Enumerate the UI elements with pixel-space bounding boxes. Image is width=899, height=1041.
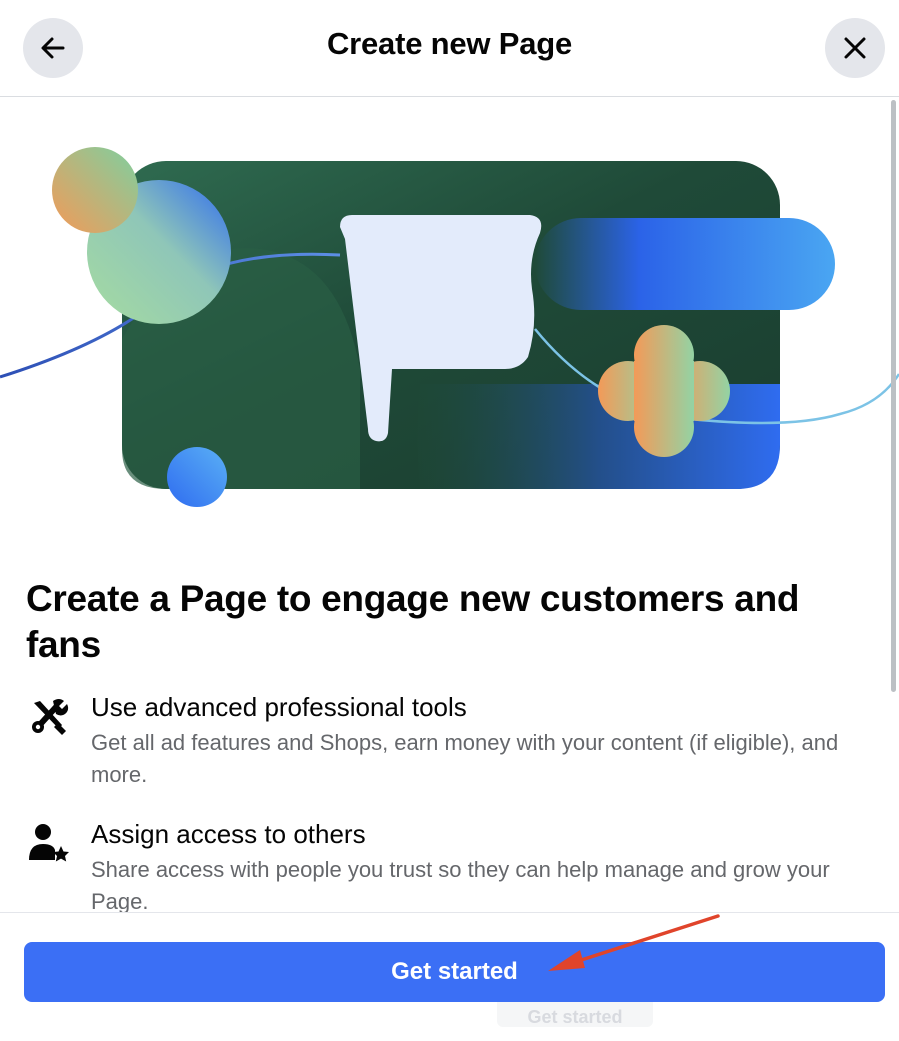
tools-icon [32,699,69,735]
feature-title: Assign access to others [91,819,366,849]
feature-description: Share access with people you trust so th… [91,857,830,912]
close-button[interactable] [825,18,885,78]
page-headline: Create a Page to engage new customers an… [26,578,800,665]
flag-illustration [0,147,899,507]
dialog-content[interactable]: Create a Page to engage new customers an… [0,97,899,912]
person-star-icon [29,824,69,862]
dialog-header: Create new Page [0,0,899,97]
feature-title: Use advanced professional tools [91,692,467,722]
dialog-title: Create new Page [326,26,573,61]
get-started-button[interactable]: Get started [24,942,885,1002]
close-icon [844,37,866,59]
scrollbar[interactable] [891,100,896,692]
feature-description: Get all ad features and Shops, earn mone… [91,730,839,787]
dialog-footer: Get started Get started [0,912,899,1027]
